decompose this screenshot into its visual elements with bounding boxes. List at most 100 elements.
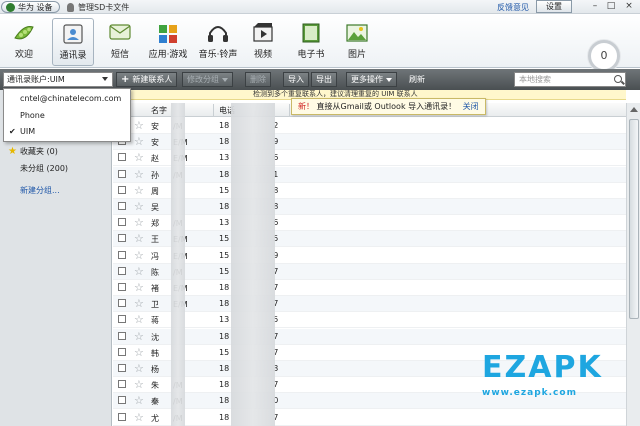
- star-icon[interactable]: ☆: [134, 329, 144, 344]
- star-icon[interactable]: ☆: [134, 296, 144, 311]
- row-checkbox[interactable]: [118, 396, 126, 405]
- row-checkbox[interactable]: [118, 185, 126, 194]
- star-icon[interactable]: ☆: [134, 264, 144, 279]
- new-group-link[interactable]: 新建分组...: [20, 185, 60, 196]
- table-row[interactable]: ☆ 蒋 13 5: [113, 312, 626, 329]
- tab-label: 应用·游戏: [148, 50, 188, 60]
- row-checkbox[interactable]: [118, 380, 126, 389]
- tab-welcome[interactable]: 欢迎: [4, 18, 44, 66]
- sidebar-item-favorites[interactable]: ★ 收藏夹 (0): [8, 146, 58, 157]
- sidebar-item-ungrouped[interactable]: 未分组 (200): [20, 163, 68, 174]
- star-icon[interactable]: ☆: [134, 345, 144, 360]
- search-icon[interactable]: [614, 75, 622, 83]
- refresh-button[interactable]: 刷新: [409, 74, 425, 85]
- table-row[interactable]: ☆安/M182: [113, 118, 626, 134]
- scroll-up-icon[interactable]: [630, 107, 638, 112]
- table-row[interactable]: ☆尤/M187: [113, 410, 626, 426]
- row-checkbox[interactable]: [118, 250, 126, 259]
- dropdown-option[interactable]: cntel@chinatelecom.com: [20, 94, 121, 103]
- tooltip-close-link[interactable]: 关闭: [463, 102, 479, 111]
- dropdown-option[interactable]: Phone: [20, 111, 45, 120]
- tab-pictures[interactable]: 图片: [340, 18, 374, 66]
- row-checkbox[interactable]: [118, 299, 126, 308]
- row-checkbox[interactable]: [118, 283, 126, 291]
- star-icon[interactable]: ☆: [134, 248, 144, 263]
- row-checkbox[interactable]: [118, 234, 126, 243]
- picture-icon: [346, 24, 368, 42]
- star-icon: ★: [8, 146, 17, 157]
- row-checkbox[interactable]: [118, 153, 126, 162]
- apps-icon: [159, 25, 177, 43]
- star-icon[interactable]: ☆: [134, 150, 144, 165]
- row-checkbox[interactable]: [118, 218, 126, 227]
- tab-video[interactable]: 视频: [246, 18, 280, 66]
- star-icon[interactable]: ☆: [134, 377, 144, 392]
- table-row[interactable]: ☆孙/M181: [113, 166, 626, 183]
- minimize-button[interactable]: –: [590, 1, 600, 11]
- star-icon[interactable]: ☆: [134, 361, 144, 376]
- new-contact-button[interactable]: + 新建联系人: [116, 72, 178, 87]
- settings-button[interactable]: 设置: [536, 0, 572, 13]
- row-checkbox[interactable]: [118, 202, 126, 210]
- import-button[interactable]: 导入: [283, 72, 309, 87]
- modify-group-label: 修改分组: [187, 75, 219, 84]
- star-icon[interactable]: ☆: [134, 312, 144, 327]
- table-row[interactable]: ☆ 沈 18 7: [113, 328, 626, 345]
- table-row[interactable]: ☆安E/M189: [113, 134, 626, 151]
- row-checkbox[interactable]: [118, 347, 126, 356]
- row-checkbox[interactable]: [118, 331, 126, 340]
- row-checkbox[interactable]: [118, 169, 126, 178]
- star-icon[interactable]: ☆: [134, 215, 144, 230]
- table-row[interactable]: ☆褚E/M187: [113, 280, 626, 296]
- device-button[interactable]: 华为 设备: [1, 1, 60, 13]
- table-row[interactable]: ☆王E/M155: [113, 231, 626, 248]
- star-icon[interactable]: ☆: [134, 167, 144, 182]
- search-input[interactable]: 本地搜索: [514, 72, 626, 87]
- export-button[interactable]: 导出: [311, 72, 337, 87]
- main-toolbar: 欢迎 通讯录 短信 应用·游戏 音乐·铃声 视频 电子书 图片 0: [0, 14, 640, 72]
- star-icon[interactable]: ☆: [134, 199, 144, 214]
- scrollbar-thumb[interactable]: [629, 119, 639, 319]
- peapod-icon: [14, 26, 34, 40]
- table-row[interactable]: ☆陈/M157: [113, 263, 626, 280]
- star-icon[interactable]: ☆: [134, 118, 144, 133]
- row-checkbox[interactable]: [118, 364, 126, 372]
- sd-card-link[interactable]: 管理SD卡文件: [66, 1, 129, 13]
- table-row[interactable]: ☆赵E/M136: [113, 150, 626, 167]
- table-row[interactable]: ☆卫E/M187: [113, 296, 626, 313]
- table-row[interactable]: ☆冯E/M159: [113, 248, 626, 264]
- star-icon[interactable]: ☆: [134, 280, 144, 295]
- row-checkbox[interactable]: [118, 412, 126, 421]
- tab-ebooks[interactable]: 电子书: [292, 18, 330, 66]
- tab-label: 音乐·铃声: [198, 50, 238, 60]
- feedback-link[interactable]: 反馈意见: [497, 2, 529, 13]
- plus-icon: +: [121, 74, 130, 85]
- tab-contacts[interactable]: 通讯录: [52, 18, 94, 66]
- star-icon[interactable]: ☆: [134, 393, 144, 408]
- tab-apps-games[interactable]: 应用·游戏: [146, 18, 190, 66]
- table-scrollbar[interactable]: [626, 103, 640, 426]
- tab-music-ringtones[interactable]: 音乐·铃声: [196, 18, 240, 66]
- column-header-name[interactable]: 名字: [151, 105, 167, 116]
- delete-label: 删除: [250, 75, 266, 84]
- tab-label: 欢迎: [14, 50, 33, 60]
- close-button[interactable]: ×: [624, 1, 634, 11]
- task-counter[interactable]: 0: [588, 40, 620, 72]
- star-icon[interactable]: ☆: [134, 134, 144, 149]
- row-checkbox[interactable]: [118, 315, 126, 324]
- more-actions-button[interactable]: 更多操作: [346, 72, 397, 87]
- table-row[interactable]: ☆ 周 15 8: [113, 183, 626, 199]
- star-icon[interactable]: ☆: [134, 231, 144, 246]
- account-select[interactable]: 通讯录账户:UIM: [3, 72, 113, 87]
- star-icon[interactable]: ☆: [134, 410, 144, 425]
- maximize-button[interactable]: □: [606, 1, 616, 11]
- tab-sms[interactable]: 短信: [102, 18, 138, 66]
- modify-group-button[interactable]: 修改分组: [182, 72, 233, 87]
- row-checkbox[interactable]: [118, 266, 126, 275]
- dropdown-option[interactable]: UIM: [20, 127, 35, 136]
- table-row[interactable]: ☆ 吴 18 8: [113, 199, 626, 215]
- star-icon[interactable]: ☆: [134, 183, 144, 198]
- column-divider: [289, 104, 290, 116]
- table-row[interactable]: ☆郑/M136: [113, 215, 626, 232]
- delete-button[interactable]: 删除: [245, 72, 271, 87]
